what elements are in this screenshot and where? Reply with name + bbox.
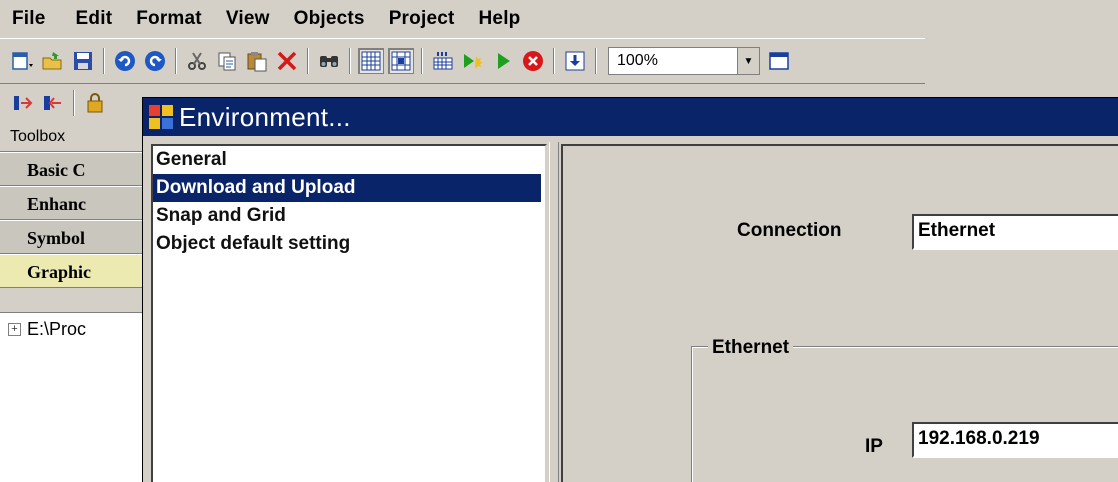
save-icon[interactable]	[70, 48, 96, 74]
open-folder-icon[interactable]	[40, 48, 66, 74]
chevron-down-icon[interactable]: ▼	[737, 48, 759, 74]
download-icon[interactable]	[562, 48, 588, 74]
list-item-object-default[interactable]: Object default setting	[153, 230, 545, 258]
ip-label: IP	[865, 436, 883, 457]
toolbar-separator	[595, 48, 597, 74]
stop-icon[interactable]	[520, 48, 546, 74]
window-icon[interactable]	[766, 48, 792, 74]
list-item-snap-grid[interactable]: Snap and Grid	[153, 202, 545, 230]
panel-splitter[interactable]	[549, 142, 559, 482]
paste-icon[interactable]	[244, 48, 270, 74]
undo-icon[interactable]	[112, 48, 138, 74]
cut-icon[interactable]	[184, 48, 210, 74]
list-item-download-upload[interactable]: Download and Upload	[153, 174, 541, 202]
settings-panel: Connection Ethernet Ethernet IP 192.168.…	[561, 144, 1118, 482]
build-icon[interactable]	[430, 48, 456, 74]
compile-run-icon[interactable]	[460, 48, 486, 74]
toolbox-panel: Toolbox Basic C Enhanc Symbol Graphic + …	[0, 122, 148, 482]
menu-objects[interactable]: Objects	[282, 8, 377, 30]
find-icon[interactable]	[316, 48, 342, 74]
copy-icon[interactable]	[214, 48, 240, 74]
tree-item-label: E:\Proc	[27, 319, 87, 339]
toolbox-category-graphic[interactable]: Graphic	[0, 254, 147, 288]
menu-file[interactable]: File	[12, 8, 58, 30]
connection-label: Connection	[737, 220, 842, 241]
zoom-select[interactable]: 100% ▼	[608, 47, 760, 75]
project-tree: + E:\Proc	[0, 312, 147, 482]
toolbar-separator	[73, 90, 75, 116]
new-project-icon[interactable]	[10, 48, 36, 74]
toolbar-separator	[307, 48, 309, 74]
toolbar-separator	[103, 48, 105, 74]
main-toolbar: 100% ▼	[0, 38, 925, 84]
grid-icon[interactable]	[358, 48, 384, 74]
lock-icon[interactable]	[82, 90, 108, 116]
export-icon[interactable]	[40, 90, 66, 116]
ethernet-group-label: Ethernet	[708, 337, 794, 359]
toolbar-separator	[553, 48, 555, 74]
toolbar-separator	[349, 48, 351, 74]
ip-field[interactable]: 192.168.0.219	[912, 422, 1118, 458]
list-item-general[interactable]: General	[153, 146, 545, 174]
toolbox-header: Toolbox	[0, 122, 147, 152]
menu-format[interactable]: Format	[124, 8, 214, 30]
toolbar-separator	[421, 48, 423, 74]
category-list: General Download and Upload Snap and Gri…	[151, 144, 547, 482]
redo-icon[interactable]	[142, 48, 168, 74]
toolbox-category-symbol[interactable]: Symbol	[0, 220, 147, 254]
expand-icon[interactable]: +	[8, 323, 21, 336]
toolbox-category-basic[interactable]: Basic C	[0, 152, 147, 186]
connection-select[interactable]: Ethernet	[912, 214, 1118, 250]
toolbar-separator	[175, 48, 177, 74]
menu-bar: File Edit Format View Objects Project He…	[0, 0, 1118, 38]
import-icon[interactable]	[10, 90, 36, 116]
menu-project[interactable]: Project	[377, 8, 467, 30]
menu-edit[interactable]: Edit	[58, 8, 125, 30]
delete-icon[interactable]	[274, 48, 300, 74]
environment-dialog: Environment... General Download and Uplo…	[142, 97, 1118, 482]
snap-icon[interactable]	[388, 48, 414, 74]
ethernet-group	[691, 346, 1118, 482]
menu-view[interactable]: View	[214, 8, 282, 30]
zoom-value: 100%	[617, 52, 658, 69]
toolbox-category-enhanced[interactable]: Enhanc	[0, 186, 147, 220]
run-icon[interactable]	[490, 48, 516, 74]
window-icon	[149, 105, 173, 129]
menu-help[interactable]: Help	[467, 8, 533, 30]
dialog-titlebar[interactable]: Environment...	[143, 98, 1118, 136]
tree-item[interactable]: + E:\Proc	[0, 313, 147, 340]
dialog-title: Environment...	[179, 101, 351, 132]
